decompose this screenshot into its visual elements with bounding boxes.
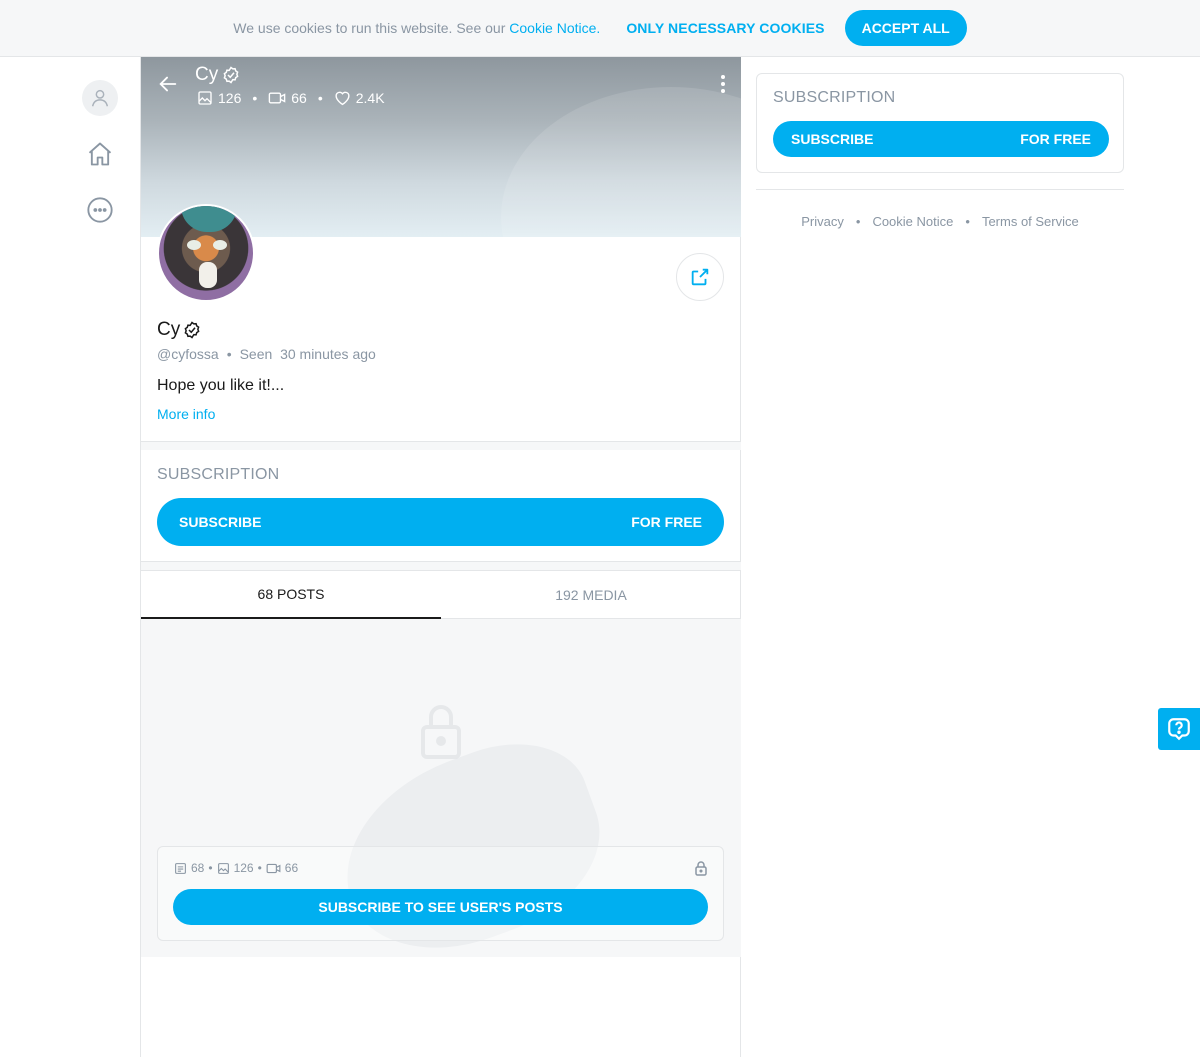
vertical-dots-icon xyxy=(721,75,725,93)
subscribe-price: FOR FREE xyxy=(631,514,702,530)
tab-posts[interactable]: 68 POSTS xyxy=(141,571,441,619)
avatar-snout xyxy=(199,262,217,288)
home-nav-item[interactable] xyxy=(80,134,120,174)
photo-count: 126 xyxy=(218,90,242,106)
only-necessary-cookies-button[interactable]: ONLY NECESSARY COOKIES xyxy=(626,20,824,36)
locked-photo-count: 126 xyxy=(233,861,254,875)
back-arrow-icon xyxy=(159,76,177,92)
terms-link[interactable]: Terms of Service xyxy=(982,214,1079,229)
sidebar-subscription-box: SUBSCRIPTION SUBSCRIBE FOR FREE xyxy=(756,73,1124,173)
locked-post-count: 68 xyxy=(191,861,205,875)
video-icon xyxy=(268,92,286,104)
avatar-eye xyxy=(213,240,227,250)
footer-dot: • xyxy=(855,214,861,229)
privacy-link[interactable]: Privacy xyxy=(801,214,844,229)
profile-avatar[interactable] xyxy=(157,204,255,302)
locked-content: 68 • 126 • 66 SUBSCRIBE TO SEE USER'S PO… xyxy=(141,619,741,957)
locked-posts-card: 68 • 126 • 66 SUBSCRIBE TO SEE USER'S PO… xyxy=(157,846,724,941)
verified-icon xyxy=(223,66,239,84)
sidebar-subscribe-button[interactable]: SUBSCRIBE FOR FREE xyxy=(773,121,1109,157)
photo-icon xyxy=(217,862,229,874)
help-icon xyxy=(1168,718,1190,741)
more-options-button[interactable] xyxy=(721,75,725,98)
stats-dot: • xyxy=(252,90,258,106)
avatar-hair xyxy=(181,206,237,232)
last-seen: Seen 30 minutes ago xyxy=(239,346,376,362)
profile-bio: Hope you like it!... xyxy=(157,377,285,394)
more-circle-icon xyxy=(87,197,113,223)
cookie-banner: We use cookies to run this website. See … xyxy=(0,0,1200,57)
subscription-heading: SUBSCRIPTION xyxy=(157,466,280,483)
lock-icon xyxy=(421,705,461,759)
photo-icon xyxy=(198,91,212,105)
stats-dot: • xyxy=(257,861,262,875)
cookie-notice-link[interactable]: Cookie Notice. xyxy=(509,20,600,36)
profile-main: Cy 126 • 66 • 2.4K Cy @cyfossa • Seen 30… xyxy=(140,57,741,1057)
locked-video-count: 66 xyxy=(284,861,299,875)
divider xyxy=(141,561,741,570)
meta-dot: • xyxy=(226,346,232,362)
share-icon xyxy=(691,268,709,286)
avatar-eye xyxy=(187,240,201,250)
subscribe-button[interactable]: SUBSCRIBE FOR FREE xyxy=(157,498,724,546)
stats-dot: • xyxy=(208,861,213,875)
more-info-link[interactable]: More info xyxy=(157,406,215,422)
back-button[interactable] xyxy=(157,73,179,100)
divider xyxy=(141,441,741,450)
sidebar-subscription-heading: SUBSCRIPTION xyxy=(773,89,896,106)
subscribe-label: SUBSCRIBE xyxy=(179,514,262,530)
help-button[interactable] xyxy=(1158,708,1200,750)
cookie-message-text: We use cookies to run this website. See … xyxy=(233,20,510,36)
user-avatar-icon xyxy=(82,80,118,116)
footer-dot: • xyxy=(965,214,970,229)
profile-nav-item[interactable] xyxy=(80,78,120,118)
post-icon xyxy=(175,862,186,874)
header-stats: 126 • 66 • 2.4K xyxy=(197,90,385,106)
accept-all-button[interactable]: ACCEPT ALL xyxy=(844,10,967,46)
divider xyxy=(756,189,1124,190)
profile-name-text: Cy xyxy=(157,319,181,340)
home-icon xyxy=(88,142,112,166)
more-nav-item[interactable] xyxy=(80,190,120,230)
profile-meta: @cyfossa • Seen 30 minutes ago xyxy=(157,346,376,362)
subscribe-to-see-posts-button[interactable]: SUBSCRIBE TO SEE USER'S POSTS xyxy=(173,889,708,925)
like-count: 2.4K xyxy=(355,90,385,106)
cookie-notice-footer-link[interactable]: Cookie Notice xyxy=(872,214,953,229)
right-sidebar: SUBSCRIPTION SUBSCRIBE FOR FREE Privacy … xyxy=(756,73,1124,229)
profile-handle: @cyfossa xyxy=(157,346,219,362)
share-button[interactable] xyxy=(676,253,724,301)
tab-media[interactable]: 192 MEDIA xyxy=(441,571,741,619)
stats-dot: • xyxy=(317,90,323,106)
header-name: Cy xyxy=(195,64,240,86)
verified-icon xyxy=(184,321,200,339)
cookie-message: We use cookies to run this website. See … xyxy=(233,20,600,36)
left-navigation xyxy=(80,78,120,246)
video-count: 66 xyxy=(291,90,307,106)
heart-icon xyxy=(335,91,350,106)
sidebar-subscribe-price: FOR FREE xyxy=(1020,131,1091,147)
profile-name: Cy xyxy=(157,319,201,341)
content-tabs: 68 POSTS 192 MEDIA xyxy=(141,570,741,619)
header-name-text: Cy xyxy=(195,64,219,85)
video-icon xyxy=(266,863,281,873)
lock-icon xyxy=(695,861,707,876)
locked-stats: 68 • 126 • 66 xyxy=(174,861,298,875)
profile-topbar: Cy 126 • 66 • 2.4K xyxy=(141,57,741,117)
footer-links: Privacy • Cookie Notice • Terms of Servi… xyxy=(756,214,1124,229)
sidebar-subscribe-label: SUBSCRIBE xyxy=(791,131,874,147)
